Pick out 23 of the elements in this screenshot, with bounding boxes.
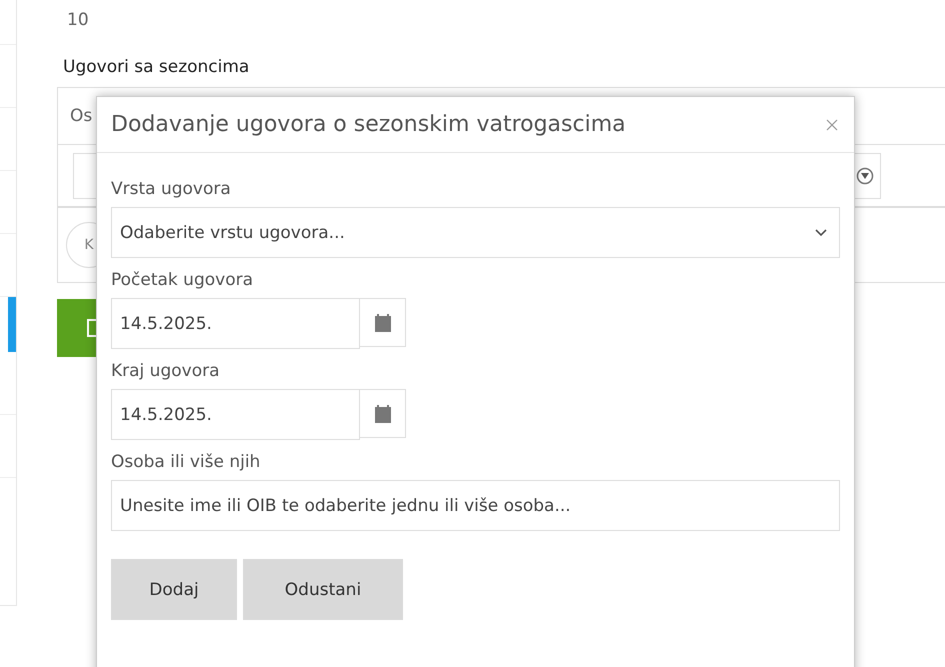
- field-label: Početak ugovora: [111, 270, 254, 290]
- column-header: Os: [70, 106, 92, 126]
- cancel-button[interactable]: Odustani: [243, 559, 403, 620]
- calendar-button[interactable]: [360, 298, 406, 347]
- submit-button[interactable]: Dodaj: [111, 559, 237, 620]
- date-field[interactable]: 14.5.2025.: [111, 389, 360, 440]
- filter-icon: [856, 166, 874, 184]
- close-button[interactable]: [824, 116, 840, 132]
- count-text: 10: [67, 10, 90, 30]
- calendar-button[interactable]: [360, 389, 406, 438]
- date-field[interactable]: 14.5.2025.: [111, 298, 360, 349]
- contract-type-dropdown[interactable]: Odaberite vrstu ugovora...: [111, 207, 840, 258]
- dialog-title: Dodavanje ugovora o sezonskim vatrogascima: [111, 112, 626, 137]
- section-title: Ugovori sa sezoncima: [63, 57, 250, 77]
- field-label: Vrsta ugovora: [111, 179, 232, 199]
- selection-bar: [8, 297, 16, 352]
- field-label: Osoba ili više njih: [111, 452, 262, 472]
- calendar-icon: [374, 404, 392, 424]
- calendar-icon: [374, 312, 392, 332]
- close-icon: [826, 118, 838, 130]
- person-search-field[interactable]: Unesite ime ili OIB te odaberite jednu ili više osoba...: [111, 480, 840, 531]
- chevron-down-icon: [815, 228, 827, 236]
- field-label: Kraj ugovora: [111, 361, 221, 381]
